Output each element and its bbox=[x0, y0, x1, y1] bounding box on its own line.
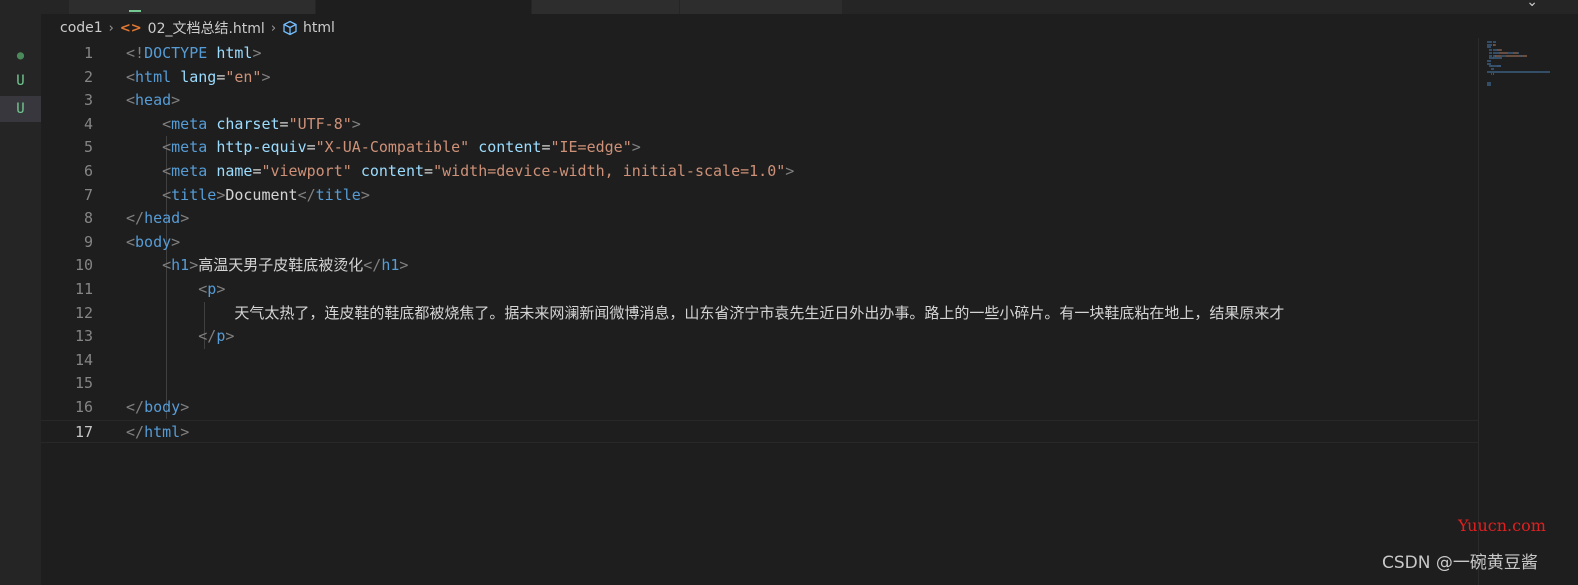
line-code: <p> bbox=[198, 280, 226, 298]
html-file-icon: <> bbox=[119, 20, 142, 36]
code-line[interactable]: 12 天气太热了，连皮鞋的鞋底都被烧焦了。据未来网澜新闻微博消息，山东省济宁市袁… bbox=[41, 302, 1478, 326]
minimap-line bbox=[1489, 46, 1491, 49]
code-line[interactable]: 6 <meta name="viewport" content="width=d… bbox=[41, 160, 1478, 184]
code-line[interactable]: 8 </head> bbox=[41, 207, 1478, 231]
breadcrumb-file[interactable]: 02_文档总结.html bbox=[148, 18, 265, 38]
minimap-line bbox=[1488, 41, 1492, 43]
code-line[interactable]: 1 <!DOCTYPE html> bbox=[41, 42, 1478, 66]
minimap[interactable] bbox=[1478, 38, 1578, 585]
editor-tab[interactable] bbox=[532, 0, 680, 14]
more-actions-icon[interactable]: ⌄ bbox=[1526, 0, 1538, 10]
minimap-line bbox=[1492, 68, 1494, 70]
line-number: 13 bbox=[74, 327, 93, 346]
line-code: 天气太热了，连皮鞋的鞋底都被烧焦了。据未来网澜新闻微博消息，山东省济宁市袁先生近… bbox=[126, 303, 1285, 322]
line-number: 15 bbox=[74, 374, 93, 393]
line-number: 14 bbox=[74, 350, 93, 369]
line-code: </body> bbox=[126, 398, 190, 416]
cube-icon bbox=[282, 20, 298, 36]
minimap-line bbox=[1495, 54, 1501, 57]
code-line[interactable]: 5 <meta http-equiv="X-UA-Compatible" con… bbox=[41, 136, 1478, 160]
editor-tab[interactable] bbox=[69, 0, 316, 14]
line-code: <title>Document</title> bbox=[162, 185, 370, 204]
minimap-line bbox=[1490, 59, 1492, 62]
line-code: <meta name="viewport" content="width=dev… bbox=[162, 162, 795, 180]
breadcrumb-folder[interactable]: code1 bbox=[60, 20, 103, 36]
code-line[interactable]: 10 <h1>高温天男子皮鞋底被烫化</h1> bbox=[41, 254, 1478, 278]
line-number: 11 bbox=[74, 280, 93, 298]
code-line[interactable]: 16 </body> bbox=[41, 396, 1478, 420]
editor-tab-strip: ⌄ bbox=[41, 0, 1578, 14]
author-watermark: CSDN @一碗黄豆酱 bbox=[1382, 553, 1538, 573]
code-editor[interactable]: 1 <!DOCTYPE html> 2 <html lang="en"> 3 <head>… bbox=[41, 42, 1478, 585]
code-line[interactable]: 7 <title>Document</title> bbox=[41, 184, 1478, 208]
minimap-line bbox=[1495, 43, 1497, 46]
code-line[interactable]: 3 <head> bbox=[41, 89, 1478, 113]
line-code: <meta charset="UTF-8"> bbox=[162, 114, 361, 133]
line-number: 9 bbox=[83, 232, 93, 251]
code-line[interactable]: 17 </html> bbox=[41, 419, 1478, 444]
line-code: </head> bbox=[126, 209, 190, 228]
code-line[interactable]: 14 bbox=[41, 349, 1478, 373]
minimap-line bbox=[1517, 51, 1519, 54]
line-code: </html> bbox=[126, 422, 190, 441]
vscode-window: ⌄ ● U U code1 › <> 02_文档总结.html › html 1… bbox=[0, 0, 1578, 585]
breadcrumb: code1 › <> 02_文档总结.html › html bbox=[60, 18, 335, 38]
code-line[interactable]: 11 <p> bbox=[41, 278, 1478, 302]
line-code: <head> bbox=[126, 91, 181, 110]
minimap-line bbox=[1490, 81, 1492, 84]
untracked-badge-active[interactable]: U bbox=[0, 96, 41, 122]
line-code: <body> bbox=[126, 232, 181, 251]
line-number: 5 bbox=[83, 138, 93, 157]
minimap-line bbox=[1490, 84, 1492, 87]
minimap-line bbox=[1501, 57, 1503, 60]
editor-tab-active[interactable] bbox=[316, 0, 532, 14]
line-number: 16 bbox=[74, 398, 93, 416]
minimap-line bbox=[1498, 51, 1508, 54]
line-number: 12 bbox=[74, 303, 93, 322]
minimap-line bbox=[1520, 54, 1521, 57]
code-line[interactable]: 13 </p> bbox=[41, 325, 1478, 349]
line-code: <html lang="en"> bbox=[126, 67, 271, 86]
minimap-line bbox=[1487, 70, 1550, 73]
line-number: 7 bbox=[83, 185, 93, 204]
minimap-line bbox=[1505, 54, 1528, 57]
code-line[interactable]: 15 bbox=[41, 372, 1478, 396]
minimap-line bbox=[1500, 49, 1502, 52]
line-number: 17 bbox=[74, 422, 93, 441]
chevron-right-icon: › bbox=[108, 20, 114, 36]
scm-gutter: ● U U bbox=[0, 0, 41, 585]
minimap-line bbox=[1499, 65, 1501, 68]
line-code: </p> bbox=[198, 327, 235, 346]
site-watermark: Yuucn.com bbox=[1458, 516, 1546, 535]
untracked-badge[interactable]: U bbox=[0, 70, 41, 93]
code-line[interactable]: 9 <body> bbox=[41, 231, 1478, 255]
line-number: 2 bbox=[83, 67, 93, 86]
line-number: 6 bbox=[83, 162, 93, 180]
chevron-right-icon: › bbox=[270, 20, 277, 36]
editor-tab[interactable] bbox=[680, 0, 843, 14]
breadcrumb-symbol[interactable]: html bbox=[303, 20, 335, 36]
minimap-line bbox=[1489, 62, 1491, 65]
scm-dot-icon: ● bbox=[16, 48, 25, 62]
minimap-line bbox=[1494, 41, 1496, 43]
line-code: <h1>高温天男子皮鞋底被烫化</h1> bbox=[162, 256, 409, 275]
line-code: <meta http-equiv="X-UA-Compatible" conte… bbox=[162, 138, 641, 157]
line-number: 1 bbox=[83, 44, 93, 62]
line-number: 3 bbox=[83, 91, 93, 110]
code-line[interactable]: 2 <html lang="en"> bbox=[41, 66, 1478, 90]
line-number: 8 bbox=[83, 209, 93, 228]
line-number: 4 bbox=[83, 114, 93, 133]
code-line[interactable]: 4 <meta charset="UTF-8"> bbox=[41, 113, 1478, 137]
line-code: <!DOCTYPE html> bbox=[126, 44, 262, 62]
minimap-line bbox=[1493, 73, 1495, 76]
line-number: 10 bbox=[74, 256, 93, 275]
